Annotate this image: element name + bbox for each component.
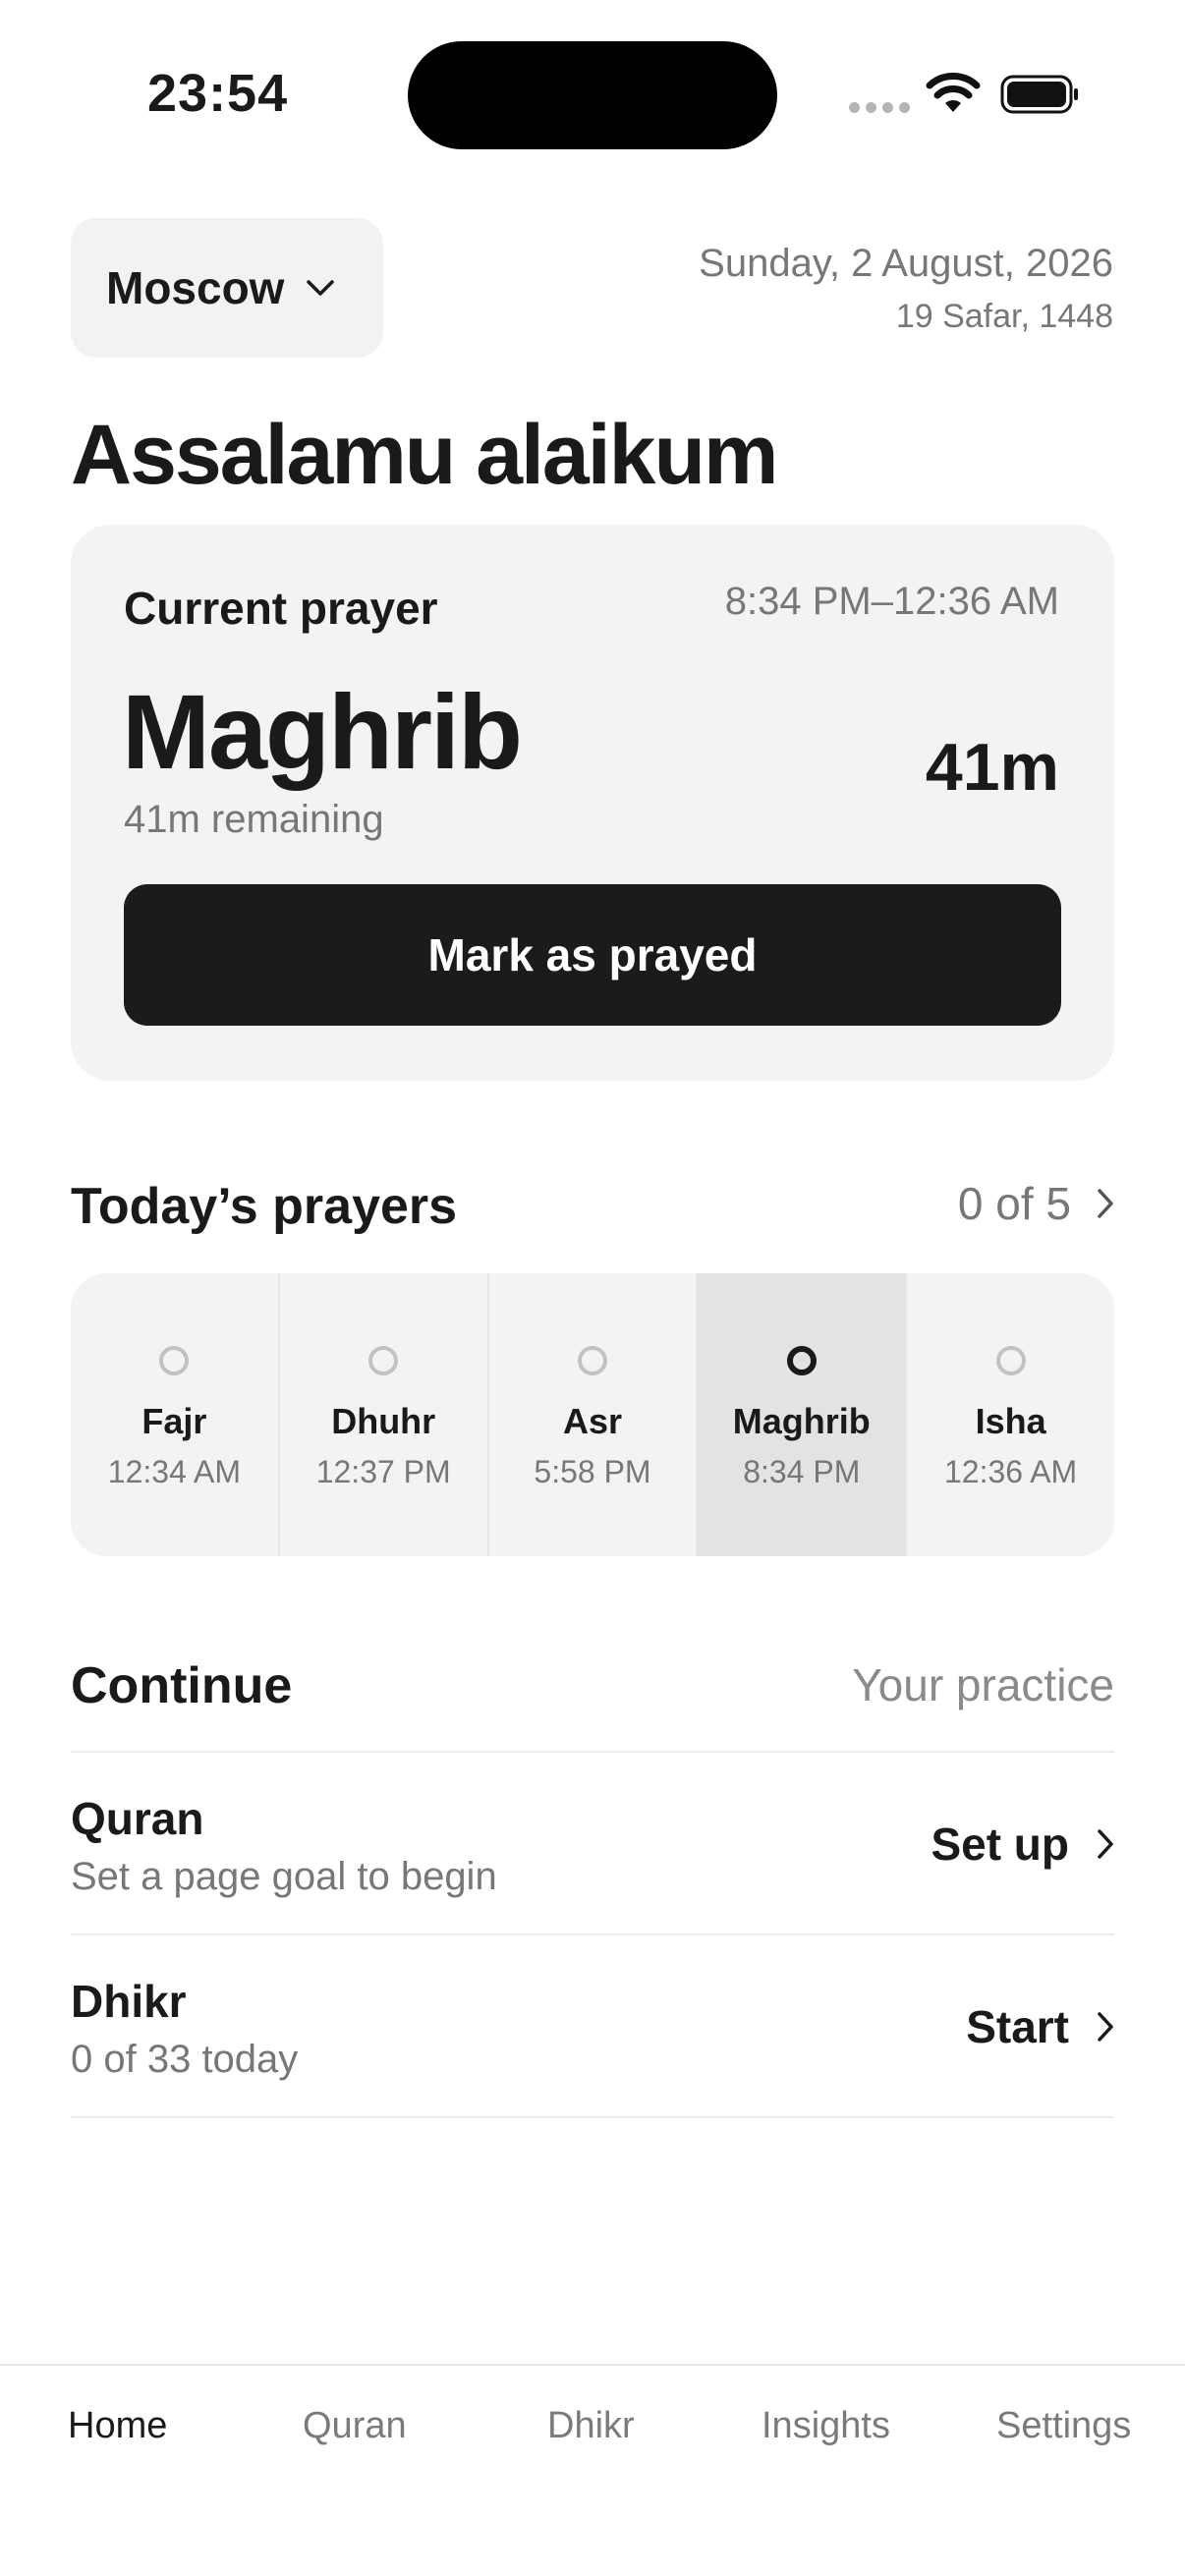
tab-bar: Home Quran Dhikr Insights Settings <box>0 2364 1185 2576</box>
chevron-right-icon <box>1098 2012 1113 2042</box>
prayer-name: Fajr <box>141 1401 207 1441</box>
prayer-time: 12:36 AM <box>943 1454 1078 1489</box>
prayer-fajr[interactable]: Fajr 12:34 AM <box>71 1273 280 1556</box>
quran-setup-button[interactable]: Set up <box>931 1818 1114 1871</box>
chevron-right-icon <box>1098 1189 1113 1218</box>
list-item-dhikr[interactable]: Dhikr 0 of 33 today Start <box>71 1935 1114 2116</box>
dynamic-island <box>408 41 777 149</box>
list-item-quran[interactable]: Quran Set a page goal to begin Set up <box>71 1753 1114 1933</box>
tab-insights[interactable]: Insights <box>762 2405 890 2447</box>
hijri-date: 19 Safar, 1448 <box>895 298 1113 335</box>
current-prayer-countdown: 41m <box>925 730 1059 805</box>
action-label: Set up <box>931 1819 1069 1870</box>
dhikr-start-button[interactable]: Start <box>966 2000 1114 2053</box>
prayer-time: 8:34 PM <box>743 1454 861 1489</box>
current-prayer-card: Current prayer 8:34 PM–12:36 AM Maghrib … <box>71 525 1114 1081</box>
prayer-status-circle-icon <box>159 1346 190 1375</box>
battery-icon <box>1000 75 1078 114</box>
prayer-name: Isha <box>975 1401 1046 1441</box>
list-item-subtitle: Set a page goal to begin <box>71 1855 497 1898</box>
divider <box>71 2116 1114 2118</box>
status-bar: 23:54 <box>0 0 1185 187</box>
tab-dhikr[interactable]: Dhikr <box>547 2405 635 2447</box>
chevron-right-icon <box>1098 1829 1113 1859</box>
current-prayer-name: Maghrib <box>122 672 523 791</box>
prayer-time: 12:37 PM <box>315 1454 451 1489</box>
greeting-title: Assalamu alaikum <box>71 408 778 502</box>
prayer-name: Dhuhr <box>331 1401 436 1441</box>
prayer-status-circle-icon <box>368 1346 399 1375</box>
continue-title: Continue <box>71 1657 293 1714</box>
list-item-title: Quran <box>71 1793 204 1844</box>
mark-as-prayed-button[interactable]: Mark as prayed <box>124 884 1061 1026</box>
prayers-progress: 0 of 5 <box>957 1178 1071 1229</box>
prayer-time: 5:58 PM <box>534 1454 651 1489</box>
current-prayer-remaining: 41m remaining <box>124 798 384 841</box>
wifi-icon <box>926 73 981 112</box>
prayer-name: Maghrib <box>732 1401 871 1441</box>
prayer-dhuhr[interactable]: Dhuhr 12:37 PM <box>280 1273 489 1556</box>
todays-prayers-title: Today’s prayers <box>71 1178 458 1235</box>
cellular-signal-icon <box>849 102 910 113</box>
current-prayer-range: 8:34 PM–12:36 AM <box>724 580 1059 623</box>
continue-subtitle: Your practice <box>852 1659 1114 1710</box>
date-block: Sunday, 2 August, 2026 19 Safar, 1448 <box>699 242 1113 336</box>
prayer-maghrib[interactable]: Maghrib 8:34 PM <box>698 1273 908 1556</box>
gregorian-date: Sunday, 2 August, 2026 <box>699 242 1113 285</box>
current-prayer-label: Current prayer <box>124 583 438 634</box>
prayer-times-strip: Fajr 12:34 AM Dhuhr 12:37 PM Asr 5:58 PM… <box>71 1273 1114 1556</box>
list-item-subtitle: 0 of 33 today <box>71 2038 299 2081</box>
chevron-down-icon <box>307 280 335 296</box>
tab-home[interactable]: Home <box>68 2405 167 2447</box>
prayer-name: Asr <box>562 1401 622 1441</box>
status-time: 23:54 <box>147 64 289 123</box>
city-label: Moscow <box>106 262 285 313</box>
prayer-isha[interactable]: Isha 12:36 AM <box>907 1273 1114 1556</box>
prayer-status-circle-icon <box>577 1346 607 1375</box>
action-label: Start <box>966 2001 1069 2052</box>
tab-quran[interactable]: Quran <box>303 2405 407 2447</box>
tab-settings[interactable]: Settings <box>996 2405 1131 2447</box>
prayer-asr[interactable]: Asr 5:58 PM <box>489 1273 699 1556</box>
prayer-status-circle-icon <box>995 1346 1026 1375</box>
city-selector-button[interactable]: Moscow <box>71 218 383 358</box>
list-item-title: Dhikr <box>71 1976 187 2027</box>
prayer-time: 12:34 AM <box>107 1454 241 1489</box>
prayer-status-circle-icon <box>786 1346 817 1375</box>
todays-prayers-link[interactable]: 0 of 5 <box>958 1177 1114 1230</box>
